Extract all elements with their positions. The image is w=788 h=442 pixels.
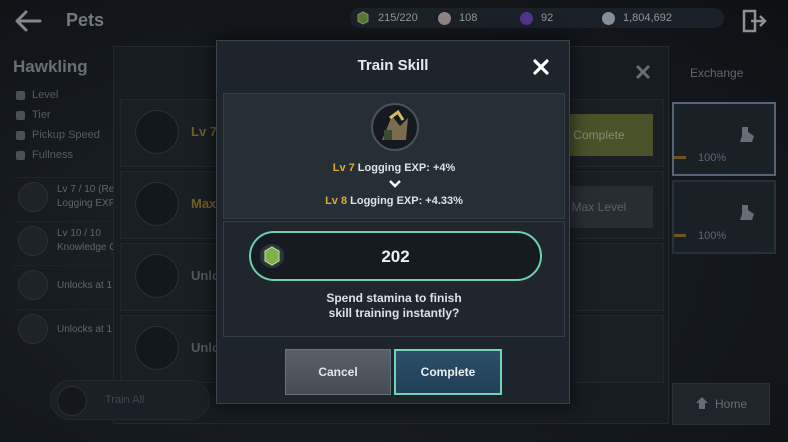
logging-skill-icon bbox=[371, 103, 419, 151]
stamina-cost: 202 bbox=[249, 231, 542, 281]
cancel-button[interactable]: Cancel bbox=[285, 349, 391, 395]
cost-panel: 202 Spend stamina to finish skill traini… bbox=[223, 221, 565, 337]
dialog-title: Train Skill bbox=[357, 57, 429, 74]
close-icon[interactable] bbox=[532, 58, 550, 76]
next-level-line: Lv 8 Logging EXP: +4.33% bbox=[325, 195, 463, 207]
cost-value: 202 bbox=[381, 247, 410, 266]
current-level-line: Lv 7 Logging EXP: +4% bbox=[332, 162, 456, 174]
train-skill-dialog: Train Skill Lv 7 Logging EXP: +4% Lv 8 L… bbox=[216, 40, 570, 404]
complete-button[interactable]: Complete bbox=[394, 349, 502, 395]
chevron-down-icon bbox=[389, 180, 401, 188]
skill-upgrade-panel: Lv 7 Logging EXP: +4% Lv 8 Logging EXP: … bbox=[223, 93, 565, 219]
cost-description: Spend stamina to finish skill training i… bbox=[326, 291, 462, 320]
